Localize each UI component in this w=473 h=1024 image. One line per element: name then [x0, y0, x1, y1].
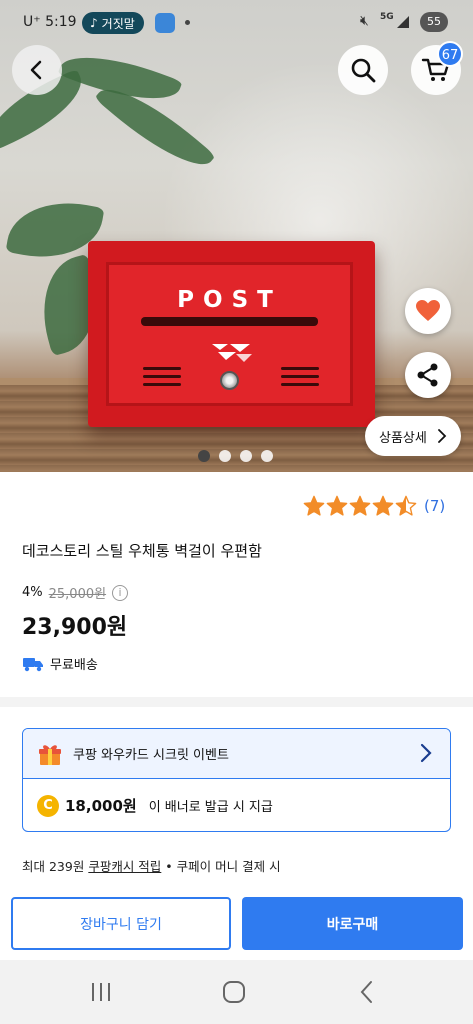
status-bar: U⁺ 5:19 ♪ 거짓말 🔇︎ 5G 55	[0, 0, 473, 46]
star-icon	[303, 495, 325, 516]
battery-indicator: 55	[420, 12, 448, 32]
discount-rate: 4%	[22, 585, 43, 600]
rating-stars	[303, 495, 418, 517]
truck-icon	[23, 657, 43, 671]
pager-dot[interactable]	[261, 450, 273, 462]
wow-card-promo[interactable]: 쿠팡 와우카드 시크릿 이벤트 C 18,000원 이 배너로 발급 시 지급	[22, 728, 451, 832]
coupang-cash-link[interactable]: 쿠팡캐시 적립	[88, 859, 161, 874]
mute-icon: 🔇︎	[360, 13, 369, 29]
mailbox-lock	[220, 371, 239, 390]
product-image[interactable]: POST	[0, 0, 473, 472]
vent-slat	[143, 367, 181, 370]
system-navigation-bar	[0, 960, 473, 1024]
product-title: 데코스토리 스틸 우체통 벽걸이 우편함	[22, 542, 262, 560]
chevron-right-icon	[437, 429, 447, 443]
back-button[interactable]	[12, 45, 62, 95]
carrier-time: U⁺ 5:19	[23, 14, 77, 30]
search-icon	[351, 58, 376, 83]
shipping-label: 무료배송	[50, 658, 98, 673]
vent-slat	[143, 383, 181, 386]
mailbox-front: POST	[106, 262, 353, 406]
pager-dot[interactable]	[240, 450, 252, 462]
home-icon	[223, 981, 245, 1003]
buy-now-button[interactable]: 바로구매	[242, 897, 463, 950]
mail-slot	[141, 317, 318, 326]
postal-logo-icon	[212, 344, 252, 362]
rating[interactable]: (7)	[303, 495, 445, 517]
sale-price: 23,900원	[22, 615, 128, 640]
review-count[interactable]: (7)	[424, 497, 445, 515]
chevron-left-icon	[30, 60, 42, 80]
pager-dot[interactable]	[198, 450, 210, 462]
vent-slat	[281, 383, 319, 386]
promo-amount: 18,000원	[65, 797, 137, 815]
image-pager[interactable]	[198, 450, 273, 462]
music-note-icon: ♪	[90, 16, 98, 30]
gift-icon	[39, 744, 61, 765]
more-notifications-icon	[185, 20, 190, 25]
add-to-cart-button[interactable]: 장바구니 담기	[11, 897, 231, 950]
now-playing-chip[interactable]: ♪ 거짓말	[82, 12, 144, 34]
vent-slat	[281, 367, 319, 370]
vent-slat	[143, 375, 181, 378]
mailbox-post-text: POST	[177, 287, 282, 313]
cash-reward-suffix: • 쿠페이 머니 결제 시	[165, 859, 281, 874]
recent-apps-icon	[92, 983, 110, 1001]
star-icon	[395, 495, 417, 516]
promo-header[interactable]: 쿠팡 와우카드 시크릿 이벤트	[23, 729, 450, 779]
chevron-right-icon	[420, 743, 432, 763]
share-button[interactable]	[405, 352, 451, 398]
star-icon	[372, 495, 394, 516]
product-detail-label: 상품상세	[379, 430, 427, 446]
section-divider	[0, 697, 473, 707]
now-playing-title: 거짓말	[101, 16, 135, 31]
red-mailbox: POST	[88, 241, 375, 427]
recent-apps-button[interactable]	[86, 977, 116, 1007]
promo-title: 쿠팡 와우카드 시크릿 이벤트	[73, 748, 229, 763]
app-notification-icon	[155, 13, 175, 33]
star-icon	[326, 495, 348, 516]
info-icon[interactable]: i	[112, 584, 129, 601]
pager-dot[interactable]	[219, 450, 231, 462]
search-button[interactable]	[338, 45, 388, 95]
share-icon	[417, 363, 438, 387]
vent-slat	[281, 375, 319, 378]
cash-reward-prefix: 최대 239원	[22, 859, 85, 874]
like-button[interactable]	[405, 288, 451, 334]
back-arrow-icon	[360, 981, 372, 1003]
promo-note: 이 배너로 발급 시 지급	[148, 800, 273, 815]
shipping-info: 무료배송	[22, 654, 98, 673]
cart-count-badge: 67	[437, 41, 463, 67]
home-button[interactable]	[219, 977, 249, 1007]
product-detail-button[interactable]: 상품상세	[365, 416, 461, 456]
original-price: 25,000원	[48, 587, 107, 602]
coin-icon: C	[37, 794, 59, 817]
discount-row: 4% 25,000원 i	[22, 583, 129, 602]
star-icon	[349, 495, 371, 516]
system-back-button[interactable]	[352, 977, 382, 1007]
heart-icon	[416, 300, 440, 321]
promo-body[interactable]: C 18,000원 이 배너로 발급 시 지급	[23, 779, 450, 831]
signal-icon	[397, 16, 409, 28]
cash-reward-line: 최대 239원 쿠팡캐시 적립 • 쿠페이 머니 결제 시	[22, 856, 281, 875]
network-type: 5G	[380, 12, 394, 22]
